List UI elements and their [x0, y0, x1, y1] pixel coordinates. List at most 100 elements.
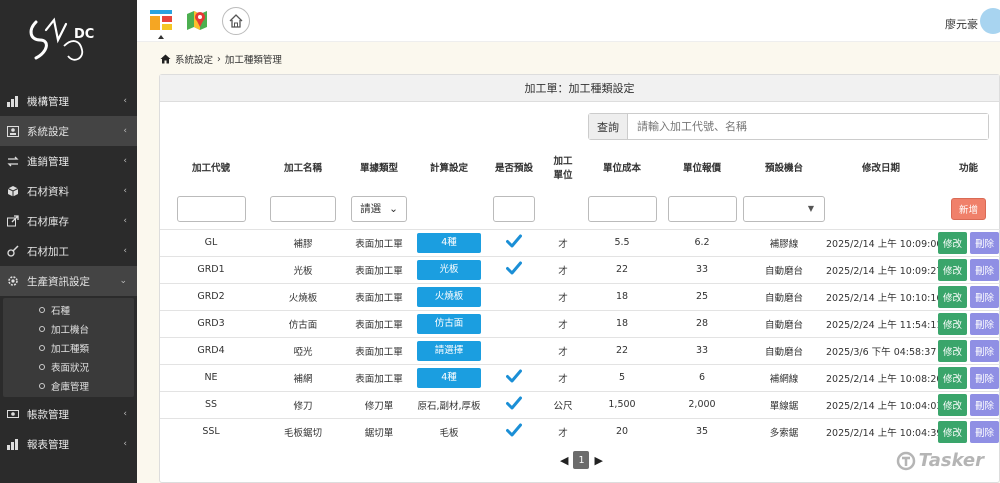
table-row: NE 補網 表面加工單 4種 才 5 6 補網線 2025/2/14 上午 10…: [160, 363, 1000, 391]
sidebar-item-stone-processing[interactable]: 石材加工 ‹: [0, 236, 137, 266]
edit-button[interactable]: 修改: [937, 393, 967, 416]
next-page-icon[interactable]: ▶: [594, 454, 602, 467]
cell-unit: 才: [544, 228, 582, 256]
filter-name-input[interactable]: [270, 195, 336, 222]
search-input[interactable]: [628, 114, 988, 139]
search-button[interactable]: 查詢: [589, 114, 628, 139]
sidebar-subitem-processing-types[interactable]: 加工種類: [3, 338, 134, 357]
delete-button[interactable]: 刪除: [970, 312, 1000, 335]
sidebar-subitem-machines[interactable]: 加工機台: [3, 319, 134, 338]
sidebar-item-system-settings[interactable]: 系統設定 ‹: [0, 116, 137, 146]
home-icon[interactable]: [160, 54, 171, 64]
delete-button[interactable]: 刪除: [970, 366, 1000, 389]
sidebar-subitem-label: 表面狀況: [51, 362, 90, 374]
cell-unit: 才: [544, 282, 582, 310]
company-logo[interactable]: DC: [0, 0, 137, 78]
sidebar-item-org[interactable]: 機構管理 ‹: [0, 86, 137, 116]
breadcrumb-current: 加工種類管理: [224, 55, 282, 66]
calc-setting-button[interactable]: 請選擇: [417, 340, 481, 361]
edit-button[interactable]: 修改: [937, 312, 967, 335]
filter-price-input[interactable]: [667, 195, 737, 222]
edit-button[interactable]: 修改: [937, 366, 967, 389]
sidebar-subitem-surface-status[interactable]: 表面狀況: [3, 357, 134, 376]
edit-button[interactable]: 修改: [937, 420, 967, 443]
cell-name: 啞光: [262, 336, 344, 364]
export-icon: [6, 214, 20, 228]
add-button[interactable]: 新增: [950, 197, 986, 220]
sidebar-item-stone-inventory[interactable]: 石材庫存 ‹: [0, 206, 137, 236]
col-header-calc: 計算設定: [429, 163, 468, 174]
cell-actions: 修改 刪除: [936, 363, 1000, 391]
delete-button[interactable]: 刪除: [970, 285, 1000, 308]
calc-setting-button[interactable]: 4種: [417, 232, 481, 253]
cell-code: GRD2: [160, 282, 262, 310]
prev-page-icon[interactable]: ◀: [560, 454, 568, 467]
edit-button[interactable]: 修改: [937, 339, 967, 362]
filter-code-input[interactable]: [176, 195, 246, 222]
calc-setting-button[interactable]: 光板: [417, 259, 481, 280]
sidebar-item-label: 石材加工: [27, 245, 69, 258]
calc-setting-button[interactable]: 仿古面: [417, 313, 481, 334]
search-bar: 查詢: [588, 113, 989, 140]
calc-setting-button[interactable]: 火燒板: [417, 286, 481, 307]
top-bar: 廖元豪: [137, 0, 1000, 42]
sidebar-subitem-warehouse[interactable]: 倉庫管理: [3, 376, 134, 395]
delete-button[interactable]: 刪除: [970, 231, 1000, 254]
delete-button[interactable]: 刪除: [970, 258, 1000, 281]
avatar[interactable]: [980, 8, 1000, 34]
sidebar-item-label: 機構管理: [27, 95, 69, 108]
col-header-default: 是否預設: [494, 163, 533, 174]
cell-default: [484, 336, 544, 364]
filter-default-input[interactable]: [493, 195, 535, 222]
table-header-row: 加工代號 加工名稱 單據類型 計算設定 是否預設 加工 單位 單位成本 單位報價 …: [160, 145, 1000, 189]
edit-button[interactable]: 修改: [937, 258, 967, 281]
cell-doc-type: 表面加工單: [344, 336, 414, 364]
cell-name: 仿古面: [262, 309, 344, 337]
filter-cost-input[interactable]: [587, 195, 657, 222]
sidebar-item-stone-data[interactable]: 石材資料 ‹: [0, 176, 137, 206]
filter-row: 請選 ⌄ ▼ 新增: [160, 189, 1000, 229]
sidebar-subitem-label: 加工種類: [51, 343, 90, 355]
edit-button[interactable]: 修改: [937, 285, 967, 308]
cell-actions: 修改 刪除: [936, 282, 1000, 310]
page-number[interactable]: 1: [573, 451, 590, 469]
sidebar: DC 機構管理 ‹ 系統設定 ‹ 進銷管理 ‹ 石材資料 ‹ 石材庫存 ‹ 石材…: [0, 0, 137, 483]
col-header-unit-line1: 加工: [553, 156, 573, 167]
active-indicator-icon: [158, 35, 164, 39]
sidebar-item-production-settings[interactable]: 生產資訊設定 ⌄: [0, 266, 137, 296]
sidebar-item-reports[interactable]: 報表管理 ‹: [0, 429, 137, 459]
sidebar-item-accounts[interactable]: 帳款管理 ‹: [0, 399, 137, 429]
filter-doc-type-select[interactable]: 請選 ⌄: [351, 195, 407, 222]
cell-name: 補網: [262, 363, 344, 391]
home-button[interactable]: [222, 7, 250, 35]
checkmark-icon: [506, 396, 522, 410]
user-name[interactable]: 廖元豪: [945, 16, 978, 32]
cube-icon: [6, 184, 20, 198]
delete-button[interactable]: 刪除: [970, 393, 1000, 416]
filter-machine-select[interactable]: ▼: [743, 195, 825, 222]
table-row: GRD2 火燒板 表面加工單 火燒板 才 18 25 自動磨台 2025/2/1…: [160, 282, 1000, 310]
breadcrumb-parent[interactable]: 系統設定: [175, 52, 213, 66]
cell-code: GRD3: [160, 309, 262, 337]
cell-doc-type: 表面加工單: [344, 309, 414, 337]
sidebar-item-sales[interactable]: 進銷管理 ‹: [0, 146, 137, 176]
table-row: SS 修刀 修刀單 原石,副材,厚板 公尺 1,500 2,000 單線鋸 20…: [160, 390, 1000, 418]
map-app-icon[interactable]: [185, 8, 209, 32]
cell-calc: 光板: [414, 255, 484, 283]
breadcrumb: 系統設定 › 加工種類管理: [160, 52, 282, 66]
checkmark-icon: [506, 369, 522, 383]
edit-button[interactable]: 修改: [937, 231, 967, 254]
cell-default: [484, 390, 544, 418]
cell-actions: 修改 刪除: [936, 228, 1000, 256]
cell-calc: 仿古面: [414, 309, 484, 337]
breadcrumb-separator: ›: [217, 53, 221, 65]
delete-button[interactable]: 刪除: [970, 420, 1000, 443]
cell-unit: 才: [544, 309, 582, 337]
sidebar-subitem-stone-type[interactable]: 石種: [3, 300, 134, 319]
production-settings-submenu: 石種 加工機台 加工種類 表面狀況 倉庫管理: [3, 298, 134, 397]
dashboard-app-icon[interactable]: [149, 8, 173, 39]
delete-button[interactable]: 刪除: [970, 339, 1000, 362]
calc-setting-button[interactable]: 4種: [417, 367, 481, 388]
sidebar-subitem-label: 石種: [51, 305, 71, 317]
tools-icon: [6, 244, 20, 258]
